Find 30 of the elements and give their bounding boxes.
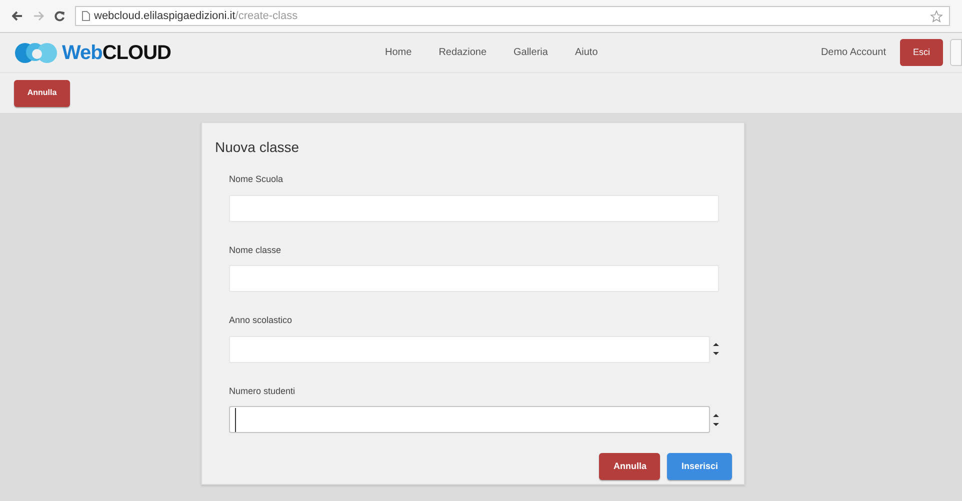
cancel-button[interactable]: Annulla	[599, 453, 660, 480]
reload-icon[interactable]	[54, 10, 65, 22]
text-cursor	[235, 408, 236, 432]
star-icon[interactable]	[930, 10, 943, 22]
address-bar[interactable]: webcloud.elilaspigaedizioni.it/create-class	[75, 6, 950, 26]
cancel-button[interactable]: Annulla	[14, 80, 70, 106]
url-text: webcloud.elilaspigaedizioni.it/create-class	[94, 8, 298, 24]
field-label: Anno scolastico	[229, 314, 294, 327]
field-label: Nome Scuola	[229, 173, 284, 186]
forward-icon[interactable]	[33, 11, 44, 21]
spinner-arrows-icon[interactable]	[713, 412, 719, 426]
logout-button[interactable]: Esci	[900, 39, 943, 66]
input-field[interactable]	[229, 194, 719, 222]
input-field[interactable]	[229, 406, 710, 433]
input-field[interactable]	[229, 265, 719, 292]
logo-text: WebCLOUD	[62, 42, 171, 62]
field-label: Numero studenti	[229, 384, 296, 398]
nav-link[interactable]: Redazione	[438, 45, 486, 60]
spinner-arrows-icon[interactable]	[713, 342, 719, 356]
account-link[interactable]: Demo Account	[820, 45, 886, 60]
back-icon[interactable]	[12, 11, 23, 21]
field-label: Nome classe	[229, 244, 282, 256]
nav-link[interactable]: Home	[385, 45, 412, 60]
page-icon	[82, 11, 90, 21]
input-field[interactable]	[229, 336, 710, 362]
partial-button[interactable]	[950, 39, 962, 66]
nav-link[interactable]: Galleria	[514, 45, 548, 60]
nav-link[interactable]: Aiuto	[574, 45, 598, 60]
submit-button[interactable]: Inserisci	[667, 453, 732, 480]
form-title: Nuova classe	[215, 138, 300, 157]
